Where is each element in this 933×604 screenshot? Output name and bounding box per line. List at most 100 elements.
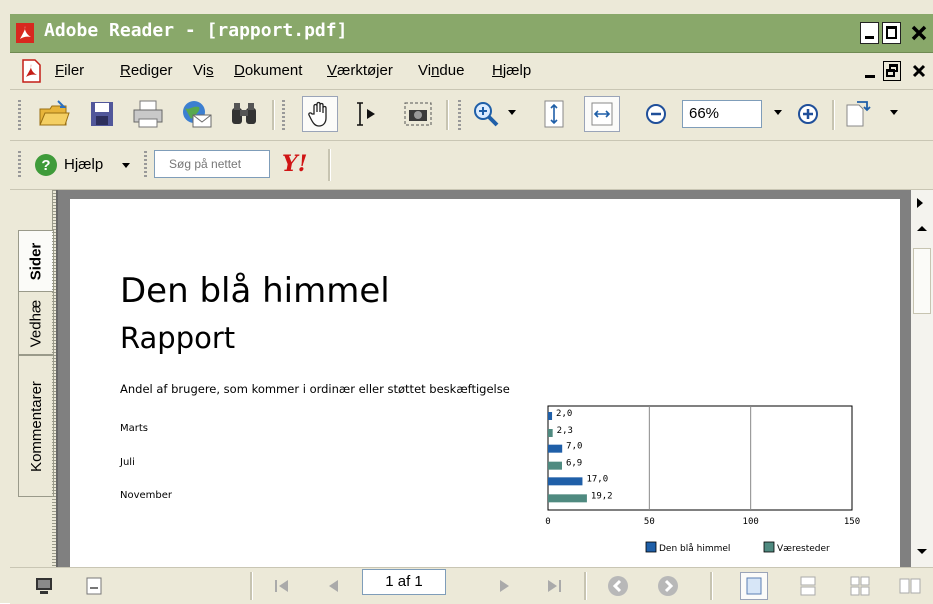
status-separator xyxy=(584,572,587,600)
continuous-facing-icon xyxy=(850,576,870,596)
pdf-document-icon xyxy=(22,59,41,83)
menu-bar: Filer Rediger Vis Dokument Værktøjer Vin… xyxy=(10,53,933,90)
minimize-button[interactable] xyxy=(860,22,879,44)
rotate-page-icon xyxy=(846,101,871,127)
menu-hjaelp-label: Hjælp xyxy=(492,62,532,79)
scroll-right-arrow[interactable] xyxy=(917,198,923,208)
actual-size-button[interactable] xyxy=(536,96,572,132)
previous-page-button[interactable] xyxy=(320,572,348,600)
snapshot-button[interactable] xyxy=(400,96,436,132)
chart-legend-swatch xyxy=(645,541,657,553)
chart-legend-label: Den blå himmel xyxy=(659,543,730,554)
chart-x-tick-label: 100 xyxy=(743,517,759,527)
continuous-facing-button[interactable] xyxy=(846,572,874,600)
print-button[interactable] xyxy=(130,96,166,132)
menu-hjaelp[interactable]: Hjælp xyxy=(492,62,531,79)
toolbar-grip[interactable] xyxy=(458,100,461,130)
chart-bar xyxy=(548,412,553,420)
yahoo-search-button[interactable]: Y! xyxy=(280,149,320,179)
zoom-in-tool-button[interactable] xyxy=(468,96,504,132)
close-icon xyxy=(912,64,926,78)
next-page-button[interactable] xyxy=(490,572,518,600)
last-page-button[interactable] xyxy=(540,572,568,600)
first-page-button[interactable] xyxy=(268,572,296,600)
toolbar-grip[interactable] xyxy=(18,151,21,179)
help-button[interactable]: ? Hjælp xyxy=(34,151,132,179)
open-button[interactable] xyxy=(36,96,72,132)
printer-icon xyxy=(133,100,163,128)
next-view-button[interactable] xyxy=(654,572,682,600)
email-globe-icon xyxy=(183,101,212,128)
document-properties-button[interactable] xyxy=(80,572,108,600)
zoom-out-button[interactable] xyxy=(638,96,674,132)
fit-width-button[interactable] xyxy=(584,96,620,132)
row-label-juli: Juli xyxy=(120,457,135,468)
search-toolbar: ? Hjælp Søg på nettet Y! xyxy=(10,141,933,190)
plus-circle-icon xyxy=(798,104,818,124)
toolbar-grip[interactable] xyxy=(282,100,285,130)
previous-page-icon xyxy=(329,580,338,592)
hand-tool-button[interactable] xyxy=(302,96,338,132)
last-page-icon xyxy=(548,580,561,592)
previous-view-button[interactable] xyxy=(604,572,632,600)
tab-pages[interactable]: Sider xyxy=(18,230,54,292)
continuous-button[interactable] xyxy=(794,572,822,600)
section-title: Andel af brugere, som kommer i ordinær e… xyxy=(120,382,510,396)
select-text-button[interactable] xyxy=(348,96,384,132)
save-button[interactable] xyxy=(84,96,120,132)
menu-dokument[interactable]: Dokument xyxy=(234,62,302,79)
menu-vis[interactable]: Vis xyxy=(193,62,214,79)
close-button[interactable] xyxy=(907,20,931,46)
vertical-scrollbar[interactable] xyxy=(911,190,933,567)
doc-restore-button[interactable] xyxy=(883,61,901,81)
single-page-icon xyxy=(746,577,762,595)
toolbar-separator xyxy=(272,100,275,130)
yahoo-logo-icon: Y! xyxy=(282,151,308,177)
menu-vindue-label: Vindue xyxy=(418,62,465,79)
adobe-reader-logo xyxy=(16,23,34,43)
search-button[interactable] xyxy=(226,96,262,132)
menu-rediger-label: Rediger xyxy=(120,62,173,79)
doc-close-button[interactable] xyxy=(908,59,930,83)
nav-panel-top-tab xyxy=(18,190,53,231)
single-page-button[interactable] xyxy=(740,572,768,600)
magnifier-plus-icon xyxy=(474,102,499,127)
fullscreen-button[interactable] xyxy=(30,572,58,600)
toolbar-separator xyxy=(446,100,449,130)
rotate-dropdown-arrow[interactable] xyxy=(890,110,898,115)
menu-rediger[interactable]: Rediger xyxy=(120,62,173,79)
menu-vindue[interactable]: Vindue xyxy=(418,62,464,79)
row-label-november: November xyxy=(120,490,173,501)
toolbar-grip[interactable] xyxy=(144,151,147,179)
page-icon xyxy=(86,577,102,595)
next-page-icon xyxy=(500,580,509,592)
scroll-thumb[interactable] xyxy=(913,248,931,314)
doc-minimize-button[interactable] xyxy=(862,61,880,81)
web-search-input[interactable]: Søg på nettet xyxy=(154,150,270,178)
tab-comments[interactable]: Kommentarer xyxy=(18,355,54,497)
menu-vaerktoejer-label: Værktøjer xyxy=(327,62,393,79)
toolbar-grip[interactable] xyxy=(18,100,21,130)
page-number-field[interactable]: 1 af 1 xyxy=(362,569,446,595)
maximize-button[interactable] xyxy=(882,22,901,44)
zoom-value: 66% xyxy=(689,105,720,122)
tab-attachments[interactable]: Vedhæ xyxy=(18,291,54,355)
menu-vaerktoejer[interactable]: Værktøjer xyxy=(327,62,393,79)
menu-filer[interactable]: Filer xyxy=(55,62,84,79)
email-button[interactable] xyxy=(178,96,214,132)
zoom-in-button[interactable] xyxy=(790,96,826,132)
facing-button[interactable] xyxy=(896,572,924,600)
status-bar xyxy=(10,567,933,604)
zoom-dropdown-arrow[interactable] xyxy=(774,110,782,115)
close-icon xyxy=(911,25,927,41)
scroll-up-button[interactable] xyxy=(911,218,933,240)
fit-page-icon xyxy=(544,100,564,128)
rotate-button[interactable] xyxy=(840,96,876,132)
row-label-marts: Marts xyxy=(120,423,148,434)
scroll-down-button[interactable] xyxy=(911,541,933,563)
status-separator xyxy=(710,572,713,600)
zoom-tool-dropdown-arrow[interactable] xyxy=(508,110,516,115)
forward-circle-icon xyxy=(658,576,678,596)
zoom-combobox[interactable]: 66% xyxy=(682,100,762,128)
bar-chart: 0 50 100 150 2,0 2,3 7,0 6,9 17,0 19,2 Den blå him… xyxy=(545,405,860,554)
